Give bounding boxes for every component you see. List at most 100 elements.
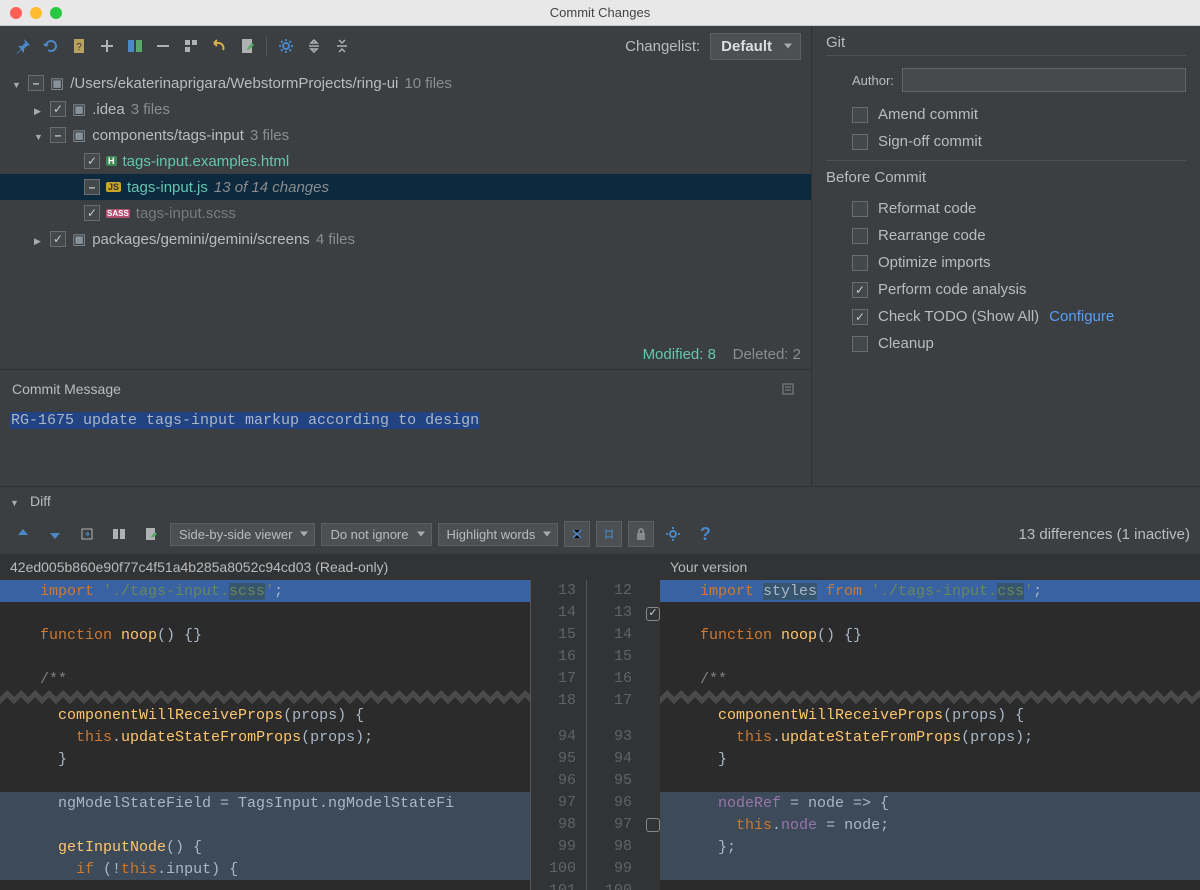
file-question-icon[interactable]: ? <box>66 33 92 59</box>
window-title: Commit Changes <box>550 5 650 20</box>
signoff-label: Sign-off commit <box>878 133 982 150</box>
changelist-select[interactable]: Default <box>710 33 801 60</box>
titlebar: Commit Changes <box>0 0 1200 26</box>
rearrange-checkbox[interactable] <box>852 228 868 244</box>
optimize-checkbox[interactable] <box>852 255 868 271</box>
jump-source-icon[interactable] <box>74 521 100 547</box>
minimize-window-button[interactable] <box>30 7 42 19</box>
tree-folder[interactable]: ▣ packages/gemini/gemini/screens 4 files <box>0 226 811 252</box>
changes-tree: ▣ /Users/ekaterinaprigara/WebstormProjec… <box>0 66 811 369</box>
checkbox[interactable] <box>28 75 44 91</box>
remove-icon[interactable] <box>150 33 176 59</box>
checkbox[interactable] <box>50 101 66 117</box>
group-icon[interactable] <box>178 33 204 59</box>
tree-folder[interactable]: ▣ .idea 3 files <box>0 96 811 122</box>
chevron-down-icon[interactable] <box>10 493 20 509</box>
tree-root[interactable]: ▣ /Users/ekaterinaprigara/WebstormProjec… <box>0 70 811 96</box>
folder-icon: ▣ <box>50 74 64 92</box>
cleanup-label: Cleanup <box>878 335 934 352</box>
tree-folder[interactable]: ▣ components/tags-input 3 files <box>0 122 811 148</box>
revert-chunk-checkbox[interactable] <box>646 818 660 832</box>
commit-options-panel: Git Author: Amend commit Sign-off commit… <box>812 26 1200 486</box>
sass-file-icon: SASS <box>106 209 130 218</box>
amend-label: Amend commit <box>878 106 978 123</box>
checkbox[interactable] <box>84 179 100 195</box>
optimize-label: Optimize imports <box>878 254 991 271</box>
analysis-checkbox[interactable] <box>852 282 868 298</box>
diff-icon[interactable] <box>122 33 148 59</box>
tree-count: 10 files <box>404 75 452 92</box>
refresh-icon[interactable] <box>38 33 64 59</box>
close-window-button[interactable] <box>10 7 22 19</box>
commit-toolbar: ? Changelist: Default <box>0 26 811 66</box>
diff-body: OFF import './tags-input.scss';function … <box>0 580 1200 890</box>
next-diff-icon[interactable] <box>42 521 68 547</box>
checkbox[interactable] <box>84 205 100 221</box>
chevron-down-icon[interactable] <box>34 127 44 144</box>
author-input[interactable] <box>902 68 1186 92</box>
file-name: tags-input.examples.html <box>123 153 290 170</box>
collapse-unchanged-icon[interactable] <box>564 521 590 547</box>
pin-icon[interactable] <box>10 33 36 59</box>
chevron-right-icon[interactable] <box>34 231 44 248</box>
edit-icon[interactable] <box>234 33 260 59</box>
compare-icon[interactable] <box>106 521 132 547</box>
help-icon[interactable]: ? <box>692 521 718 547</box>
analysis-label: Perform code analysis <box>878 281 1026 298</box>
add-icon[interactable] <box>94 33 120 59</box>
collapse-all-icon[interactable] <box>329 33 355 59</box>
chevron-down-icon[interactable] <box>12 75 22 92</box>
diff-summary: 13 differences (1 inactive) <box>1019 526 1190 543</box>
folder-icon: ▣ <box>72 100 86 118</box>
tree-name: components/tags-input <box>92 127 244 144</box>
prev-diff-icon[interactable] <box>10 521 36 547</box>
checkbox[interactable] <box>50 127 66 143</box>
folder-icon: ▣ <box>72 126 86 144</box>
amend-checkbox[interactable] <box>852 107 868 123</box>
diff-left-title: 42ed005b860e90f77c4f51a4b285a8052c94cd03… <box>0 555 530 579</box>
diff-right-pane[interactable]: import styles from './tags-input.css';fu… <box>660 580 1200 890</box>
file-status: 13 of 14 changes <box>214 179 329 196</box>
changelist-label: Changelist: <box>625 38 700 55</box>
diff-section-header[interactable]: Diff <box>0 486 1200 514</box>
tree-count: 4 files <box>316 231 355 248</box>
tree-count: 3 files <box>250 127 289 144</box>
tree-file[interactable]: H tags-input.examples.html <box>0 148 811 174</box>
diff-file-headers: 42ed005b860e90f77c4f51a4b285a8052c94cd03… <box>0 554 1200 580</box>
expand-all-icon[interactable] <box>301 33 327 59</box>
checkbox[interactable] <box>84 153 100 169</box>
rearrange-label: Rearrange code <box>878 227 986 244</box>
undo-icon[interactable] <box>206 33 232 59</box>
chevron-right-icon[interactable] <box>34 101 44 118</box>
tree-file[interactable]: SASS tags-input.scss <box>0 200 811 226</box>
change-stats: Modified: 8 Deleted: 2 <box>643 346 801 363</box>
highlight-mode-select[interactable]: Highlight words <box>438 523 559 546</box>
diff-settings-icon[interactable] <box>660 521 686 547</box>
sync-scroll-icon[interactable] <box>596 521 622 547</box>
viewer-mode-select[interactable]: Side-by-side viewer <box>170 523 315 546</box>
todo-checkbox[interactable] <box>852 309 868 325</box>
html-file-icon: H <box>106 156 117 166</box>
commit-message-input[interactable]: RG-1675 update tags-input markup accordi… <box>0 406 811 486</box>
cleanup-checkbox[interactable] <box>852 336 868 352</box>
commit-message-label: Commit Message <box>12 381 121 397</box>
before-commit-title: Before Commit <box>826 160 1186 190</box>
svg-text:?: ? <box>76 42 82 53</box>
commit-message-text: RG-1675 update tags-input markup accordi… <box>10 412 480 429</box>
settings-icon[interactable] <box>273 33 299 59</box>
deleted-count: Deleted: 2 <box>733 346 801 363</box>
tree-file[interactable]: JS tags-input.js 13 of 14 changes <box>0 174 811 200</box>
lock-icon[interactable] <box>628 521 654 547</box>
edit-diff-icon[interactable] <box>138 521 164 547</box>
signoff-checkbox[interactable] <box>852 134 868 150</box>
author-label: Author: <box>852 73 894 88</box>
ignore-mode-select[interactable]: Do not ignore <box>321 523 431 546</box>
maximize-window-button[interactable] <box>50 7 62 19</box>
reformat-checkbox[interactable] <box>852 201 868 217</box>
diff-left-pane[interactable]: OFF import './tags-input.scss';function … <box>0 580 530 890</box>
revert-chunk-checkbox[interactable] <box>646 607 660 621</box>
file-name: tags-input.scss <box>136 205 236 222</box>
configure-link[interactable]: Configure <box>1049 308 1114 325</box>
checkbox[interactable] <box>50 231 66 247</box>
history-icon[interactable] <box>775 376 801 402</box>
